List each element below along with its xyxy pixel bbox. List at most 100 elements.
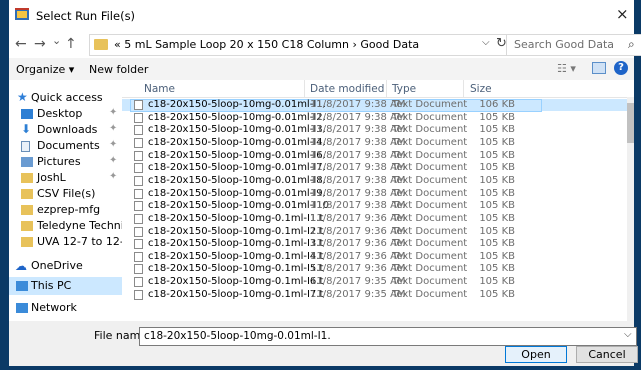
text-document-icon [134,289,143,300]
file-row[interactable]: c18-20x150-5loop-10mg-0.01ml-I4. 11/8/201… [122,137,634,149]
breadcrumb-overflow[interactable]: « [114,38,121,51]
sidebar-item-downloads[interactable]: ⬇ Downloads ✦ [9,122,122,138]
sidebar-item-label: Documents [37,139,100,152]
folder-icon [94,39,108,50]
file-size: 105 KB [479,111,515,123]
pin-icon[interactable]: ✦ [109,155,117,166]
desktop-icon [21,109,33,119]
vertical-scrollbar[interactable] [627,97,634,321]
file-row[interactable]: c18-20x150-5loop-10mg-0.1ml-I3.t 11/8/201… [122,238,634,250]
folder-icon [21,173,33,183]
pin-icon[interactable]: ✦ [109,139,117,150]
pin-icon[interactable]: ✦ [109,123,117,134]
file-row[interactable]: c18-20x150-5loop-10mg-0.01ml-I10 11/8/201… [122,200,634,212]
file-name: c18-20x150-5loop-10mg-0.1ml-I7.t [148,288,324,300]
file-name: c18-20x150-5loop-10mg-0.01ml-I7. [148,162,326,174]
file-row[interactable]: c18-20x150-5loop-10mg-0.01ml-I8. 11/8/201… [122,175,634,187]
breadcrumb-item[interactable]: 5 mL Sample Loop 20 x 150 C18 Column [124,38,349,51]
file-row[interactable]: c18-20x150-5loop-10mg-0.1ml-I5.t 11/8/201… [122,263,634,275]
column-divider[interactable] [386,80,387,97]
file-row[interactable]: c18-20x150-5loop-10mg-0.01ml-I3. 11/8/201… [122,124,634,136]
file-name: c18-20x150-5loop-10mg-0.01ml-I8. [148,174,326,186]
sidebar-item-label: UVA 12-7 to 12-11 [37,235,122,248]
up-arrow-icon[interactable]: ↑ [65,36,77,52]
cancel-button[interactable]: Cancel [576,346,638,363]
file-row[interactable]: c18-20x150-5loop-10mg-0.1ml-I6.t 11/8/201… [122,276,634,288]
sidebar-item-joshl[interactable]: JoshL ✦ [9,170,122,186]
chevron-down-icon[interactable]: ⌵ [482,37,490,48]
sort-ascending-icon: ^ [214,80,223,88]
file-size: 105 KB [479,162,515,174]
breadcrumb-separator[interactable]: › [352,38,356,51]
recent-locations-icon[interactable]: ⌄ [52,34,61,47]
sidebar-item-label: This PC [31,279,72,292]
downloads-icon: ⬇ [21,122,32,136]
pin-icon[interactable]: ✦ [109,171,117,182]
address-bar[interactable]: « 5 mL Sample Loop 20 x 150 C18 Column ›… [89,34,516,56]
sidebar-item-documents[interactable]: Documents ✦ [9,138,122,154]
text-document-icon [134,125,143,136]
text-document-icon [134,175,143,186]
file-row[interactable]: c18-20x150-5loop-10mg-0.01ml-I1. 11/8/201… [122,99,634,112]
file-row[interactable]: c18-20x150-5loop-10mg-0.01ml-I6. 11/8/201… [122,150,634,162]
forward-arrow-icon[interactable]: → [34,36,46,52]
sidebar-item-label: JoshL [37,171,66,184]
sidebar-item-pictures[interactable]: Pictures ✦ [9,154,122,170]
search-input[interactable]: Search Good Data ⌕ [506,34,641,56]
back-arrow-icon[interactable]: ← [15,36,27,52]
file-size: 105 KB [479,288,515,300]
file-name-input[interactable]: c18-20x150-5loop-10mg-0.01ml-I1. ⌵ [139,327,637,346]
file-row[interactable]: c18-20x150-5loop-10mg-0.01ml-I9. 11/8/201… [122,188,634,200]
column-name[interactable]: Name [144,83,175,95]
file-size: 105 KB [479,212,515,224]
pin-icon[interactable]: ✦ [109,107,117,118]
scrollbar-thumb[interactable] [627,103,634,143]
sidebar-item-uva[interactable]: UVA 12-7 to 12-11 [9,234,122,250]
file-row[interactable]: c18-20x150-5loop-10mg-0.1ml-I1.t 11/8/201… [122,213,634,225]
column-divider[interactable] [463,80,464,97]
file-row[interactable]: c18-20x150-5loop-10mg-0.01ml-I2. 11/8/201… [122,112,634,124]
file-row[interactable]: c18-20x150-5loop-10mg-0.1ml-I7.t 11/8/201… [122,289,634,301]
search-icon[interactable]: ⌕ [628,37,635,52]
close-icon[interactable]: × [616,5,629,23]
file-size: 105 KB [479,149,515,161]
file-size: 105 KB [479,225,515,237]
file-size: 106 KB [479,99,515,110]
sidebar-item-csv-files[interactable]: CSV File(s) [9,186,122,202]
sidebar-item-teledyne-technical[interactable]: Teledyne Technical [9,218,122,234]
file-size: 105 KB [479,174,515,186]
file-size: 105 KB [479,124,515,136]
view-options-icon[interactable]: ☷ ▾ [557,62,576,75]
sidebar-item-this-pc[interactable]: This PC [9,277,122,295]
column-date-modified[interactable]: Date modified [310,83,384,95]
file-row[interactable]: c18-20x150-5loop-10mg-0.01ml-I7. 11/8/201… [122,162,634,174]
file-size: 105 KB [479,136,515,148]
open-button[interactable]: Open [505,346,567,363]
file-name-value: c18-20x150-5loop-10mg-0.01ml-I1. [144,330,331,342]
help-icon[interactable]: ? [614,61,628,75]
column-size[interactable]: Size [470,83,492,95]
network-icon [16,303,28,313]
sidebar-item-label: Pictures [37,155,81,168]
file-row[interactable]: c18-20x150-5loop-10mg-0.1ml-I2.t 11/8/201… [122,226,634,238]
column-divider[interactable] [304,80,305,97]
star-icon: ★ [17,90,28,104]
sidebar-item-ezprep-mfg[interactable]: ezprep-mfg [9,202,122,218]
chevron-down-icon[interactable]: ⌵ [624,329,632,340]
new-folder-button[interactable]: New folder [89,63,148,76]
command-bar: Organize ▾ New folder ☷ ▾ ? [9,58,634,80]
sidebar-item-label: OneDrive [31,259,83,272]
file-row[interactable]: c18-20x150-5loop-10mg-0.1ml-I4.t 11/8/201… [122,251,634,263]
preview-pane-icon[interactable] [592,62,606,74]
breadcrumb-item[interactable]: Good Data [360,38,419,51]
sidebar-item-onedrive[interactable]: ☁ OneDrive [9,258,122,274]
sidebar-item-desktop[interactable]: Desktop ✦ [9,106,122,122]
column-type[interactable]: Type [392,83,416,95]
text-document-icon [134,264,143,275]
organize-button[interactable]: Organize ▾ [16,63,74,76]
nav-quick-access[interactable]: ★ Quick access [9,90,122,106]
sidebar-item-network[interactable]: Network [9,300,122,316]
window-title: Select Run File(s) [36,9,136,23]
breadcrumb: « 5 mL Sample Loop 20 x 150 C18 Column ›… [114,38,419,51]
file-name: c18-20x150-5loop-10mg-0.1ml-I1.t [148,212,324,224]
